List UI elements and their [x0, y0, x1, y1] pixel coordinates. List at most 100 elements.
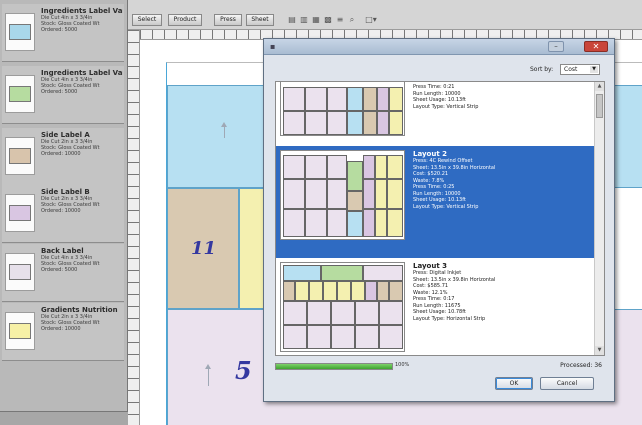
product-thumbnail — [5, 253, 35, 291]
align-center-icon[interactable]: ▥ — [300, 15, 308, 24]
chevron-down-icon: ▼ — [590, 66, 598, 73]
layout-options-dialog: ▪ – ✕ Sort by: Cost ▼ Press Time: 0:21 R… — [263, 38, 615, 402]
product-title: Back Label — [41, 247, 84, 255]
thumb-cell — [307, 301, 331, 325]
label-placement[interactable] — [167, 85, 267, 188]
thumb-cell — [347, 87, 363, 111]
sort-label: Sort by: — [530, 66, 554, 73]
thumb-cell — [363, 265, 403, 281]
close-button[interactable]: ✕ — [584, 41, 608, 52]
select-button[interactable]: Select — [132, 14, 162, 26]
thumb-cell — [323, 281, 337, 301]
list-scrollbar[interactable]: ▲ ▼ — [594, 82, 604, 355]
thumb-cell — [307, 325, 331, 349]
layout-type: Layout Type: Horizontal Strip — [413, 315, 486, 322]
product-button[interactable]: Product — [168, 14, 202, 26]
product-item[interactable]: Side Label B Die Cut 2in x 3 3/4in Stock… — [2, 185, 124, 243]
product-list-panel: Ingredients Label Var Die Cut 4in x 3 3/… — [0, 0, 128, 425]
thumb-cell — [363, 155, 375, 179]
label-number: 11 — [191, 238, 217, 259]
thumb-cell — [295, 281, 309, 301]
product-title: Ingredients Label Var — [41, 69, 123, 77]
list-icon[interactable]: ≡ — [336, 15, 344, 24]
thumb-cell — [283, 111, 305, 135]
product-item[interactable]: Side Label A Die Cut 2in x 3 3/4in Stock… — [2, 128, 124, 186]
layout-list-item[interactable]: Press Time: 0:21 Run Length: 10000 Sheet… — [276, 82, 595, 154]
sort-dropdown[interactable]: Cost ▼ — [560, 64, 600, 75]
align-left-icon[interactable]: ▤ — [288, 15, 296, 24]
thumb-cell — [309, 281, 323, 301]
product-thumbnail — [5, 13, 35, 51]
thumb-cell — [283, 301, 307, 325]
thumb-cell — [389, 87, 403, 111]
scroll-up-icon[interactable]: ▲ — [595, 82, 604, 91]
thumb-cell — [347, 191, 363, 211]
thumb-cell — [327, 111, 347, 135]
product-item[interactable]: Ingredients Label Var Die Cut 4in x 3 3/… — [2, 66, 124, 124]
minimize-button[interactable]: – — [548, 41, 564, 52]
thumb-cell — [351, 281, 365, 301]
vertical-ruler — [128, 30, 140, 425]
label-swatch — [9, 205, 31, 221]
thumb-cell — [379, 325, 403, 349]
thumb-cell — [377, 87, 389, 111]
thumb-cell — [283, 265, 321, 281]
thumb-cell — [347, 161, 363, 191]
thumb-cell — [283, 179, 305, 209]
product-ordered: Ordered: 5000 — [41, 27, 78, 33]
thumb-cell — [389, 281, 403, 301]
product-ordered: Ordered: 10000 — [41, 151, 81, 157]
thumb-cell — [331, 301, 355, 325]
thumb-cell — [327, 155, 347, 179]
thumb-cell — [387, 209, 403, 237]
layout-title: Layout 3 — [413, 262, 447, 270]
thumb-cell — [347, 111, 363, 135]
layout-list-item[interactable]: Layout 2 Press: 4C Rewind Offset Sheet: … — [276, 146, 595, 258]
product-ordered: Ordered: 5000 — [41, 267, 78, 273]
product-item[interactable]: Ingredients Label Var Die Cut 4in x 3 3/… — [2, 4, 124, 62]
thumb-cell — [327, 87, 347, 111]
thumb-cell — [387, 155, 403, 179]
thumb-cell — [305, 209, 327, 237]
layout-list[interactable]: Press Time: 0:21 Run Length: 10000 Sheet… — [275, 81, 605, 356]
scroll-down-icon[interactable]: ▼ — [595, 346, 604, 355]
dialog-titlebar[interactable]: ▪ – ✕ — [264, 39, 614, 55]
layout-thumbnail — [280, 82, 405, 136]
scrollbar-thumb[interactable] — [596, 94, 603, 118]
progress-bar — [275, 363, 393, 370]
grid-icon[interactable]: ▩ — [324, 15, 332, 24]
label-swatch — [9, 264, 31, 280]
thumb-cell — [331, 325, 355, 349]
zoom-icon[interactable]: ⌕ — [348, 15, 356, 24]
distribute-icon[interactable]: ▦ — [312, 15, 320, 24]
product-item[interactable]: Gradients Nutrition Die Cut 2in x 3 3/4i… — [2, 303, 124, 361]
product-title: Ingredients Label Var — [41, 7, 123, 15]
thumb-cell — [365, 281, 377, 301]
thumb-cell — [363, 87, 377, 111]
progress-fill — [276, 364, 392, 369]
thumb-cell — [377, 281, 389, 301]
layout-thumbnail — [280, 262, 405, 352]
cancel-button[interactable]: Cancel — [540, 377, 594, 390]
product-thumbnail — [5, 137, 35, 175]
thumb-cell — [321, 265, 363, 281]
press-button[interactable]: Press — [214, 14, 242, 26]
product-thumbnail — [5, 75, 35, 113]
product-item[interactable]: Back Label Die Cut 4in x 3 3/4in Stock: … — [2, 244, 124, 302]
thumb-cell — [363, 209, 375, 237]
thumb-cell — [363, 179, 375, 209]
thumb-cell — [375, 179, 387, 209]
thumb-cell — [355, 301, 379, 325]
thumb-cell — [379, 301, 403, 325]
layout-list-item[interactable]: Layout 3 Press: Digital Inkjet Sheet: 13… — [276, 258, 595, 355]
label-number: 5 — [235, 356, 252, 385]
label-swatch — [9, 323, 31, 339]
progress-text: 100% — [395, 362, 410, 368]
thumb-cell — [387, 179, 403, 209]
thumb-cell — [305, 111, 327, 135]
dropdown-icon[interactable]: □▾ — [364, 15, 378, 24]
sheet-button[interactable]: Sheet — [246, 14, 274, 26]
product-ordered: Ordered: 10000 — [41, 326, 81, 332]
ok-button[interactable]: OK — [495, 377, 533, 390]
product-ordered: Ordered: 10000 — [41, 208, 81, 214]
